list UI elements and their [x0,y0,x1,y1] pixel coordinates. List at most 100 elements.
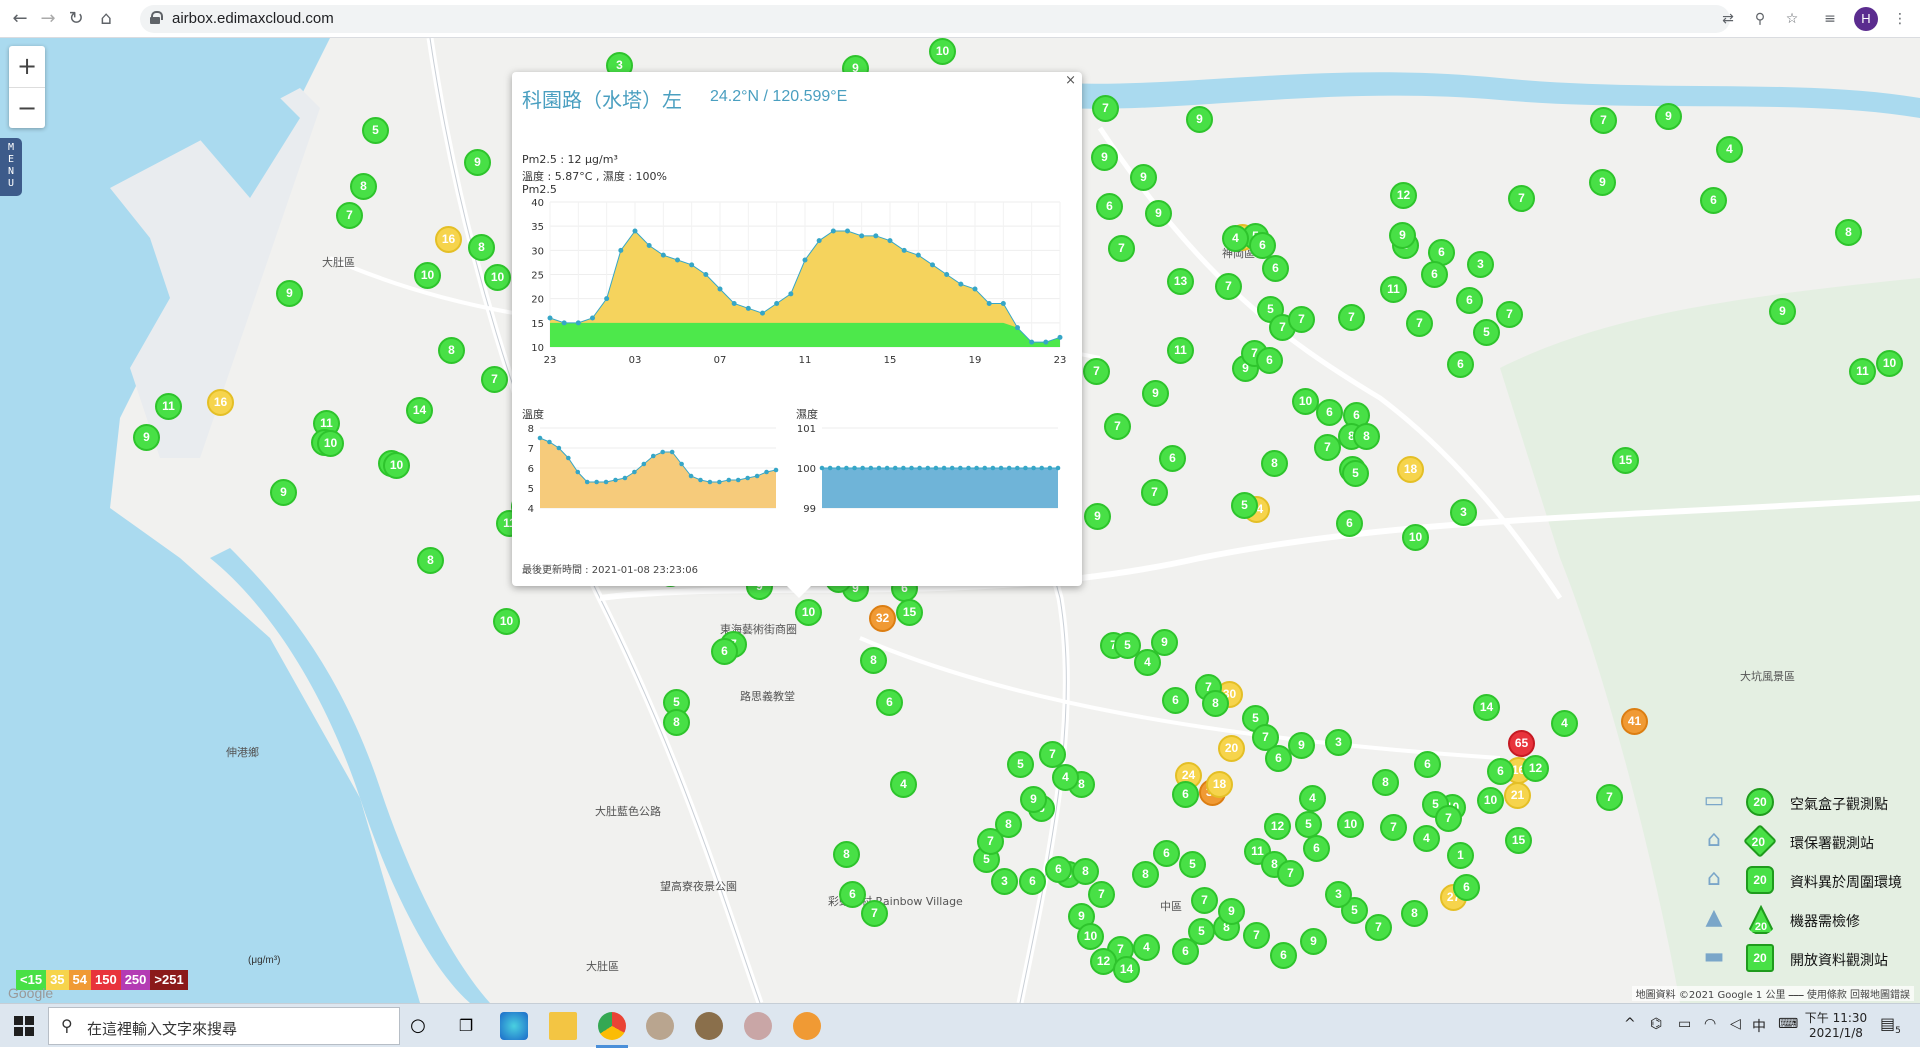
sensor-marker[interactable]: 6 [1336,510,1363,537]
edge-icon[interactable] [500,1012,528,1040]
map-canvas[interactable]: 大肚區 伸港鄉 東海藝術街商圈 路思義教堂 大肚藍色公路 望高寮夜景公園 彩虹眷… [0,38,1920,1003]
sensor-marker[interactable]: 14 [1473,694,1500,721]
sensor-marker[interactable]: 4 [1133,934,1160,961]
battery-icon[interactable]: ▭ [1678,1016,1691,1032]
sensor-marker[interactable]: 11 [1380,276,1407,303]
sensor-marker[interactable]: 3 [1325,881,1352,908]
sensor-marker[interactable]: 9 [1655,103,1682,130]
sensor-marker[interactable]: 10 [317,430,344,457]
sensor-marker[interactable]: 7 [1590,107,1617,134]
sensor-marker[interactable]: 6 [876,689,903,716]
sensor-marker[interactable]: 8 [1072,858,1099,885]
sensor-marker[interactable]: 7 [336,202,363,229]
sensor-marker[interactable]: 14 [406,397,433,424]
sensor-marker[interactable]: 9 [1130,164,1157,191]
sensor-marker[interactable]: 5 [1295,811,1322,838]
sensor-marker[interactable]: 7 [1083,358,1110,385]
zoom-icon[interactable]: ⚲ [1750,9,1770,29]
sensor-marker[interactable]: 10 [1337,811,1364,838]
address-bar[interactable]: airbox.edimaxcloud.com [140,5,1730,33]
sensor-marker[interactable]: 9 [133,424,160,451]
sensor-marker[interactable]: 8 [1132,861,1159,888]
sensor-marker[interactable]: 4 [1413,825,1440,852]
sensor-marker[interactable]: 6 [1019,868,1046,895]
sensor-marker[interactable]: 10 [1077,923,1104,950]
sensor-marker[interactable]: 12 [1522,755,1549,782]
bookmark-star-icon[interactable]: ☆ [1782,9,1802,29]
sensor-marker[interactable]: 15 [1612,447,1639,474]
sensor-marker[interactable]: 10 [414,262,441,289]
sensor-marker[interactable]: 13 [1167,268,1194,295]
sensor-marker[interactable]: 9 [270,479,297,506]
app-icon[interactable] [744,1012,772,1040]
network-icon[interactable]: ⌬ [1650,1016,1662,1032]
sensor-marker[interactable]: 9 [464,149,491,176]
kebab-menu-icon[interactable]: ⋮ [1890,9,1910,29]
sensor-marker[interactable]: 7 [1088,881,1115,908]
sensor-marker[interactable]: 7 [1380,814,1407,841]
sensor-marker[interactable]: 11 [1167,337,1194,364]
sensor-marker[interactable]: 6 [1256,347,1283,374]
sensor-marker[interactable]: 7 [1108,235,1135,262]
chevron-up-icon[interactable]: ^ [1624,1016,1636,1032]
sensor-marker[interactable]: 8 [1835,219,1862,246]
sensor-marker[interactable]: 12 [1264,813,1291,840]
sensor-marker[interactable]: 7 [481,366,508,393]
sensor-marker[interactable]: 65 [1508,730,1535,757]
sensor-marker[interactable]: 6 [1316,399,1343,426]
sensor-marker[interactable]: 8 [468,234,495,261]
sensor-marker[interactable]: 10 [1876,350,1903,377]
sensor-marker[interactable]: 3 [991,868,1018,895]
sensor-marker[interactable]: 8 [663,709,690,736]
sensor-marker[interactable]: 10 [1402,524,1429,551]
sensor-marker[interactable]: 6 [1045,856,1072,883]
reading-list-icon[interactable]: ≡ [1820,9,1840,29]
sensor-marker[interactable]: 15 [896,599,923,626]
zoom-out-button[interactable]: − [9,87,45,128]
sensor-marker[interactable]: 9 [1218,898,1245,925]
home-icon[interactable]: ⌂ [94,7,118,31]
sensor-marker[interactable]: 41 [1621,708,1648,735]
sensor-marker[interactable]: 7 [1141,479,1168,506]
sensor-marker[interactable]: 6 [839,881,866,908]
sensor-marker[interactable]: 11 [1849,358,1876,385]
sensor-marker[interactable]: 6 [1172,781,1199,808]
sensor-marker[interactable]: 5 [362,117,389,144]
sensor-marker[interactable]: 10 [383,452,410,479]
sensor-marker[interactable]: 11 [155,393,182,420]
sensor-marker[interactable]: 8 [860,647,887,674]
sensor-marker[interactable]: 12 [1390,182,1417,209]
app-icon[interactable] [695,1012,723,1040]
sensor-marker[interactable]: 5 [1007,751,1034,778]
sensor-marker[interactable]: 4 [1551,710,1578,737]
sensor-marker[interactable]: 7 [1365,914,1392,941]
sensor-marker[interactable]: 9 [1589,169,1616,196]
blender-icon[interactable] [793,1012,821,1040]
sensor-marker[interactable]: 7 [1215,273,1242,300]
sensor-marker[interactable]: 8 [1261,450,1288,477]
sensor-marker[interactable]: 20 [1218,735,1245,762]
translate-icon[interactable]: ⇄ [1718,9,1738,29]
sensor-marker[interactable]: 14 [1113,956,1140,983]
sensor-marker[interactable]: 8 [833,841,860,868]
back-arrow-icon[interactable]: ← [8,7,32,31]
sensor-marker[interactable]: 16 [435,226,462,253]
sensor-marker[interactable]: 5 [1179,851,1206,878]
sensor-marker[interactable]: 9 [1186,106,1213,133]
sensor-marker[interactable]: 9 [1084,503,1111,530]
sensor-marker[interactable]: 9 [1288,732,1315,759]
sensor-marker[interactable]: 4 [1299,785,1326,812]
sensor-marker[interactable]: 6 [1159,445,1186,472]
sensor-marker[interactable]: 10 [493,608,520,635]
sensor-marker[interactable]: 7 [1191,887,1218,914]
sensor-marker[interactable]: 7 [1288,306,1315,333]
sensor-marker[interactable]: 18 [1397,456,1424,483]
sensor-marker[interactable]: 4 [1222,225,1249,252]
map-attribution[interactable]: 地圖資料 ©2021 Google 1 公里 ⎯⎯⎯ 使用條款 回報地圖錯誤 [1631,986,1914,1001]
sensor-marker[interactable]: 7 [1314,434,1341,461]
sensor-marker[interactable]: 10 [484,264,511,291]
sensor-marker[interactable]: 7 [1406,310,1433,337]
sensor-marker[interactable]: 8 [1401,900,1428,927]
sensor-marker[interactable]: 10 [795,599,822,626]
sensor-marker[interactable]: 18 [1206,771,1233,798]
